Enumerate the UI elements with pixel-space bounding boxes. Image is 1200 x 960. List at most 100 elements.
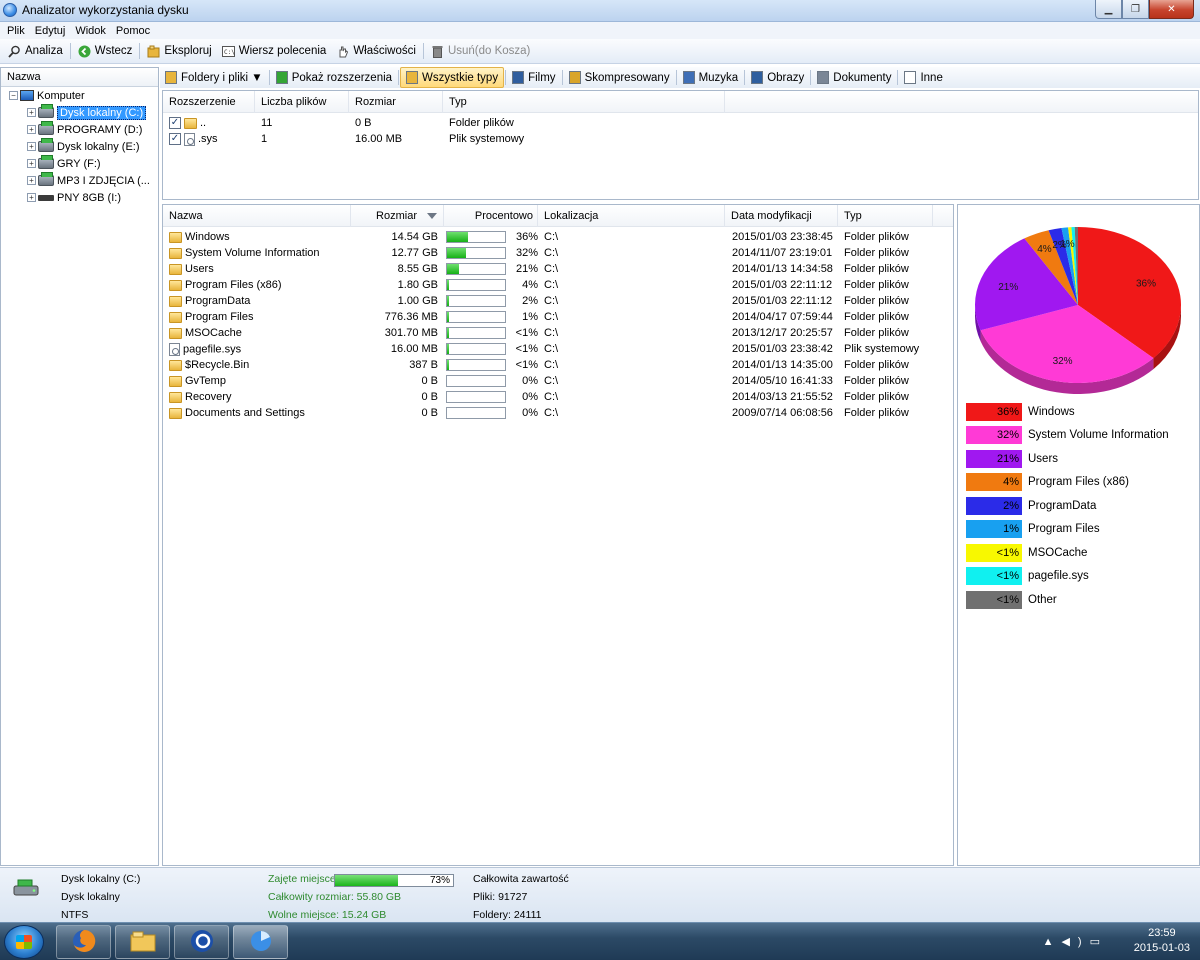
legend-item: 21% Users <box>966 447 1169 471</box>
volume-icon[interactable]: ◀) <box>1061 936 1089 948</box>
tab-blank-file[interactable]: Inne <box>899 67 947 88</box>
analyze-button[interactable]: Analiza <box>3 40 68 62</box>
tab-folder[interactable]: Wszystkie typy <box>400 67 505 88</box>
tree-item-drive[interactable]: + PNY 8GB (I:) <box>1 189 158 206</box>
drive-tree: Nazwa − Komputer + Dysk lokalny (C:) + PROG… <box>0 67 159 866</box>
properties-button[interactable]: Właściwości <box>331 40 421 62</box>
type-cell: Folder plików <box>844 407 909 419</box>
expand-icon[interactable]: + <box>27 108 36 117</box>
start-button[interactable] <box>4 925 44 959</box>
tree-item-drive[interactable]: + MP3 I ZDJĘCIA (... <box>1 172 158 189</box>
clock[interactable]: 23:59 2015-01-03 <box>1134 927 1190 954</box>
expand-icon[interactable]: + <box>27 125 36 134</box>
taskbar-disk-analyzer[interactable] <box>233 925 288 959</box>
table-row[interactable]: Windows 14.54 GB 36% C:\ 2015/01/03 23:38:45… <box>163 229 953 245</box>
menu-view[interactable]: Widok <box>70 25 111 37</box>
tab-label: Muzyka <box>698 71 739 84</box>
expand-icon[interactable]: + <box>27 193 36 202</box>
back-label: Wstecz <box>94 45 133 57</box>
type-cell: Folder plików <box>844 295 909 307</box>
status-file-count: Pliki: 91727 <box>473 891 528 903</box>
legend-label: Windows <box>1028 405 1075 418</box>
table-row[interactable]: ✓.. 11 0 B Folder plików <box>163 115 1198 131</box>
table-row[interactable]: ✓ .sys 1 16.00 MB Plik systemowy <box>163 131 1198 147</box>
tab-separator <box>744 70 746 85</box>
menu-help[interactable]: Pomoc <box>111 25 155 37</box>
size-cell: 0 B <box>421 375 438 387</box>
menu-file[interactable]: Plik <box>2 25 30 37</box>
name-text: Recovery <box>185 391 232 403</box>
type-cell: Folder plików <box>844 375 909 387</box>
table-row[interactable]: MSOCache 301.70 MB <1% C:\ 2013/12/17 20:25:… <box>163 325 953 341</box>
column-size[interactable]: Rozmiar <box>351 204 444 227</box>
expand-icon[interactable]: + <box>27 176 36 185</box>
percent-text: 32% <box>515 247 538 259</box>
name-text: MSOCache <box>185 327 242 339</box>
tree-item-drive[interactable]: + Dysk lokalny (C:) <box>1 104 158 121</box>
table-row[interactable]: Users 8.55 GB 21% C:\ 2014/01/13 14:34:58 Fol… <box>163 261 953 277</box>
menu-edit[interactable]: Edytuj <box>30 25 71 37</box>
tab-music[interactable]: Muzyka <box>678 67 744 88</box>
column-modified[interactable]: Data modyfikacji <box>725 204 838 227</box>
type-cell: Folder plików <box>844 391 909 403</box>
column-file-count[interactable]: Liczba plików <box>255 90 349 113</box>
percent-text: 36% <box>515 231 538 243</box>
system-tray-icons[interactable]: ▲◀)▭ <box>1043 935 1108 948</box>
name-text: $Recycle.Bin <box>185 359 250 371</box>
tree-item-computer[interactable]: − Komputer <box>1 87 158 104</box>
status-bar: Dysk lokalny (C:) Dysk lokalny NTFS Zaję… <box>0 867 1200 922</box>
table-row[interactable]: GvTemp 0 B 0% C:\ 2014/05/10 16:41:33 Folder … <box>163 373 953 389</box>
command-prompt-button[interactable]: C:\ Wiersz polecenia <box>217 40 332 62</box>
tab-folder-files[interactable]: Foldery i pliki ▼ <box>160 67 268 88</box>
percent-text: 0% <box>522 375 538 387</box>
collapse-icon[interactable]: − <box>9 91 18 100</box>
percent-bar-fill <box>447 248 466 258</box>
tree-item-drive[interactable]: + GRY (F:) <box>1 155 158 172</box>
tab-film[interactable]: Filmy <box>507 67 560 88</box>
close-button[interactable]: ✕ <box>1149 0 1194 19</box>
folder-icon <box>169 359 182 371</box>
maximize-button[interactable]: ❐ <box>1122 0 1149 19</box>
tab-up-arrow[interactable]: Pokaż rozszerzenia <box>271 67 397 88</box>
table-row[interactable]: Program Files (x86) 1.80 GB 4% C:\ 2015/01/0… <box>163 277 953 293</box>
checkbox[interactable]: ✓ <box>169 133 181 145</box>
location-cell: C:\ <box>544 391 559 403</box>
explore-button[interactable]: Eksploruj <box>142 40 216 62</box>
expand-icon[interactable]: + <box>27 159 36 168</box>
table-row[interactable]: Program Files 776.36 MB 1% C:\ 2014/04/17 07… <box>163 309 953 325</box>
table-row[interactable]: System Volume Information 12.77 GB 32% C:\ 2… <box>163 245 953 261</box>
column-size[interactable]: Rozmiar <box>349 90 443 113</box>
taskbar-app[interactable] <box>174 925 229 959</box>
percent-bar-fill <box>447 280 450 290</box>
percent-cell: 0% <box>444 391 538 403</box>
table-row[interactable]: pagefile.sys 16.00 MB <1% C:\ 2015/01/03 23:… <box>163 341 953 357</box>
show-hidden-icons-icon[interactable]: ▲ <box>1043 936 1062 948</box>
tab-image[interactable]: Obrazy <box>746 67 809 88</box>
expand-icon[interactable]: + <box>27 142 36 151</box>
app-icon <box>3 3 17 17</box>
percent-text: 4% <box>522 279 538 291</box>
tree-item-drive[interactable]: + Dysk lokalny (E:) <box>1 138 158 155</box>
table-row[interactable]: Recovery 0 B 0% C:\ 2014/03/13 21:55:52 Folde… <box>163 389 953 405</box>
tab-archive[interactable]: Skompresowany <box>564 67 675 88</box>
taskbar-firefox[interactable] <box>56 925 111 959</box>
column-type[interactable]: Typ <box>443 90 725 113</box>
column-name[interactable]: Nazwa <box>163 204 351 227</box>
tree-item-drive[interactable]: + PROGRAMY (D:) <box>1 121 158 138</box>
minimize-button[interactable]: ▁ <box>1095 0 1122 19</box>
tab-separator <box>398 70 400 85</box>
table-row[interactable]: Documents and Settings 0 B 0% C:\ 2009/07/14… <box>163 405 953 421</box>
network-icon[interactable]: ▭ <box>1090 936 1108 948</box>
checkbox[interactable]: ✓ <box>169 117 181 129</box>
back-button[interactable]: Wstecz <box>73 40 138 62</box>
delete-button[interactable]: Usuń(do Kosza) <box>426 40 535 62</box>
column-extension[interactable]: Rozszerzenie <box>163 90 255 113</box>
files-rows: Windows 14.54 GB 36% C:\ 2015/01/03 23:38:45… <box>163 227 953 421</box>
column-type[interactable]: Typ <box>838 204 933 227</box>
table-row[interactable]: $Recycle.Bin 387 B <1% C:\ 2014/01/13 14:35:… <box>163 357 953 373</box>
column-location[interactable]: Lokalizacja <box>538 204 725 227</box>
taskbar-explorer[interactable] <box>115 925 170 959</box>
column-percent[interactable]: Procentowo <box>444 204 538 227</box>
tab-document[interactable]: Dokumenty <box>812 67 896 88</box>
table-row[interactable]: ProgramData 1.00 GB 2% C:\ 2015/01/03 22:11:… <box>163 293 953 309</box>
